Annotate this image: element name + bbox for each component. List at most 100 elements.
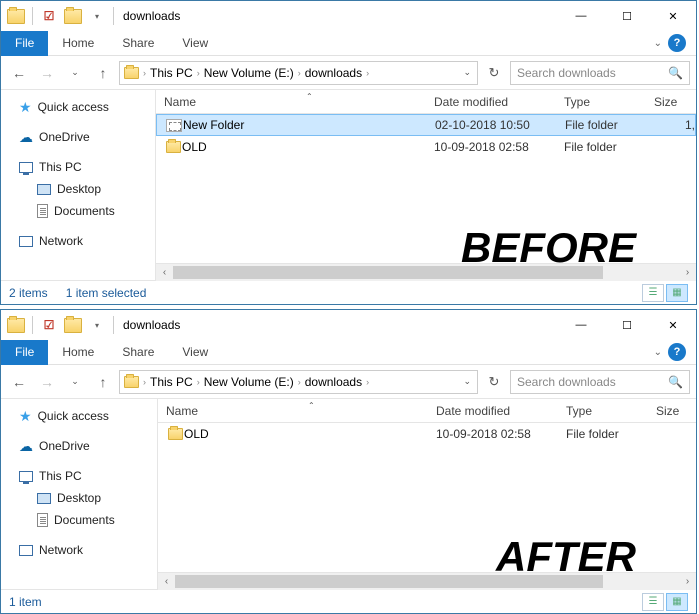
scroll-left-icon[interactable]: ‹ bbox=[156, 264, 173, 281]
sidebar-item-quick-access[interactable]: ★Quick access bbox=[1, 405, 157, 427]
desktop-icon bbox=[37, 493, 51, 504]
chevron-right-icon[interactable]: › bbox=[296, 377, 303, 387]
nav-back-button[interactable]: ← bbox=[7, 61, 31, 85]
sidebar-item-onedrive[interactable]: ☁OneDrive bbox=[1, 126, 155, 148]
column-header-date[interactable]: Date modified bbox=[434, 95, 564, 109]
minimize-button[interactable]: — bbox=[558, 1, 604, 31]
breadcrumb-item[interactable]: New Volume (E:) bbox=[202, 371, 296, 393]
close-button[interactable]: ✕ bbox=[650, 310, 696, 340]
nav-forward-button[interactable]: → bbox=[35, 370, 59, 394]
sidebar-item-documents[interactable]: Documents bbox=[1, 200, 155, 222]
file-row[interactable]: New Folder 02-10-2018 10:50 File folder … bbox=[156, 114, 696, 136]
tab-home[interactable]: Home bbox=[48, 31, 108, 56]
star-icon: ★ bbox=[19, 99, 32, 116]
separator bbox=[32, 316, 33, 334]
tab-home[interactable]: Home bbox=[48, 340, 108, 365]
address-bar[interactable]: › This PC›New Volume (E:)›downloads› ⌄ bbox=[119, 370, 478, 394]
qat-newfolder-icon[interactable] bbox=[62, 314, 84, 336]
tab-file[interactable]: File bbox=[1, 340, 48, 365]
sidebar-item-network[interactable]: Network bbox=[1, 539, 157, 561]
sidebar-item-onedrive[interactable]: ☁OneDrive bbox=[1, 435, 157, 457]
maximize-button[interactable]: ☐ bbox=[604, 1, 650, 31]
refresh-button[interactable]: ↻ bbox=[482, 61, 506, 85]
column-header-date[interactable]: Date modified bbox=[436, 404, 566, 418]
sidebar-item-network[interactable]: Network bbox=[1, 230, 155, 252]
scroll-track[interactable] bbox=[175, 573, 679, 590]
qat-dropdown-icon[interactable]: ▾ bbox=[86, 314, 108, 336]
scroll-right-icon[interactable]: › bbox=[679, 573, 696, 590]
breadcrumb-item[interactable]: downloads bbox=[303, 371, 364, 393]
breadcrumb-item[interactable]: downloads bbox=[303, 62, 364, 84]
horizontal-scrollbar[interactable]: ‹ › bbox=[158, 572, 696, 589]
tab-view[interactable]: View bbox=[168, 340, 222, 365]
breadcrumb-item[interactable]: New Volume (E:) bbox=[202, 62, 296, 84]
column-header-name[interactable]: Name bbox=[166, 404, 436, 418]
breadcrumb-item[interactable]: This PC bbox=[148, 62, 195, 84]
nav-recent-dropdown[interactable]: ⌄ bbox=[63, 370, 87, 394]
scroll-track[interactable] bbox=[173, 264, 679, 281]
tab-view[interactable]: View bbox=[168, 31, 222, 56]
nav-recent-dropdown[interactable]: ⌄ bbox=[63, 61, 87, 85]
column-header-size[interactable]: Size bbox=[654, 95, 694, 109]
nav-up-button[interactable]: ↑ bbox=[91, 61, 115, 85]
column-header-name[interactable]: Name bbox=[164, 95, 434, 109]
sidebar-item-this-pc[interactable]: This PC bbox=[1, 156, 155, 178]
ribbon-expand-icon[interactable]: ⌄ bbox=[654, 38, 662, 49]
column-header-type[interactable]: Type bbox=[564, 95, 654, 109]
sidebar-item-desktop[interactable]: Desktop bbox=[1, 487, 157, 509]
chevron-right-icon[interactable]: › bbox=[364, 377, 371, 387]
horizontal-scrollbar[interactable]: ‹ › bbox=[156, 263, 696, 280]
nav-back-button[interactable]: ← bbox=[7, 370, 31, 394]
address-dropdown-icon[interactable]: ⌄ bbox=[459, 376, 475, 387]
sidebar-item-documents[interactable]: Documents bbox=[1, 509, 157, 531]
ribbon-expand-icon[interactable]: ⌄ bbox=[654, 347, 662, 358]
scroll-left-icon[interactable]: ‹ bbox=[158, 573, 175, 590]
minimize-button[interactable]: — bbox=[558, 310, 604, 340]
address-bar[interactable]: › This PC›New Volume (E:)›downloads› ⌄ bbox=[119, 61, 478, 85]
help-icon[interactable]: ? bbox=[668, 34, 686, 52]
chevron-right-icon[interactable]: › bbox=[141, 68, 148, 78]
refresh-button[interactable]: ↻ bbox=[482, 370, 506, 394]
search-input[interactable]: Search downloads 🔍 bbox=[510, 370, 690, 394]
file-list[interactable]: OLD 10-09-2018 02:58 File folder AFTER bbox=[158, 423, 696, 572]
titlebar: ☑ ▾ downloads — ☐ ✕ bbox=[1, 1, 696, 31]
address-dropdown-icon[interactable]: ⌄ bbox=[459, 67, 475, 78]
breadcrumb-item[interactable]: This PC bbox=[148, 371, 195, 393]
search-input[interactable]: Search downloads 🔍 bbox=[510, 61, 690, 85]
file-row[interactable]: OLD 10-09-2018 02:58 File folder bbox=[158, 423, 696, 445]
column-header-size[interactable]: Size bbox=[656, 404, 696, 418]
sidebar-item-desktop[interactable]: Desktop bbox=[1, 178, 155, 200]
qat-dropdown-icon[interactable]: ▾ bbox=[86, 5, 108, 27]
sidebar-item-quick-access[interactable]: ★Quick access bbox=[1, 96, 155, 118]
tab-share[interactable]: Share bbox=[108, 340, 168, 365]
view-icons-button[interactable]: ▦ bbox=[666, 284, 688, 302]
chevron-right-icon[interactable]: › bbox=[296, 68, 303, 78]
chevron-right-icon[interactable]: › bbox=[195, 377, 202, 387]
file-row[interactable]: OLD 10-09-2018 02:58 File folder bbox=[156, 136, 696, 158]
view-details-button[interactable]: ☰ bbox=[642, 284, 664, 302]
scroll-right-icon[interactable]: › bbox=[679, 264, 696, 281]
view-icons-button[interactable]: ▦ bbox=[666, 593, 688, 611]
qat-newfolder-icon[interactable] bbox=[62, 5, 84, 27]
nav-row: ← → ⌄ ↑ › This PC›New Volume (E:)›downlo… bbox=[1, 365, 696, 399]
scroll-thumb[interactable] bbox=[175, 575, 603, 588]
maximize-button[interactable]: ☐ bbox=[604, 310, 650, 340]
qat-properties-icon[interactable]: ☑ bbox=[38, 314, 60, 336]
nav-forward-button[interactable]: → bbox=[35, 61, 59, 85]
tab-share[interactable]: Share bbox=[108, 31, 168, 56]
chevron-right-icon[interactable]: › bbox=[195, 68, 202, 78]
help-icon[interactable]: ? bbox=[668, 343, 686, 361]
chevron-right-icon[interactable]: › bbox=[141, 377, 148, 387]
new-folder-icon bbox=[166, 119, 182, 132]
nav-up-button[interactable]: ↑ bbox=[91, 370, 115, 394]
column-header-type[interactable]: Type bbox=[566, 404, 656, 418]
qat-properties-icon[interactable]: ☑ bbox=[38, 5, 60, 27]
scroll-thumb[interactable] bbox=[173, 266, 603, 279]
view-details-button[interactable]: ☰ bbox=[642, 593, 664, 611]
tab-file[interactable]: File bbox=[1, 31, 48, 56]
file-list[interactable]: New Folder 02-10-2018 10:50 File folder … bbox=[156, 114, 696, 263]
close-button[interactable]: ✕ bbox=[650, 1, 696, 31]
chevron-right-icon[interactable]: › bbox=[364, 68, 371, 78]
explorer-window: ☑ ▾ downloads — ☐ ✕ File Home Share View… bbox=[0, 0, 697, 305]
sidebar-item-this-pc[interactable]: This PC bbox=[1, 465, 157, 487]
